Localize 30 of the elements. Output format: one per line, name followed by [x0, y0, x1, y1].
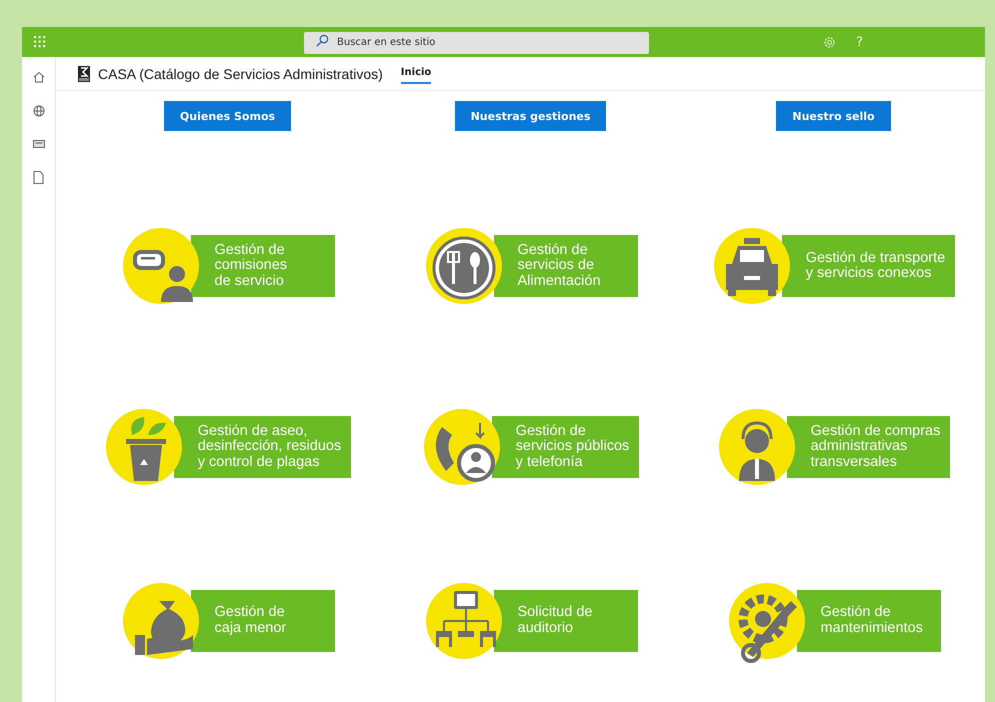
site-logo [78, 66, 90, 82]
service-tile-label[interactable]: Gestión de caja menor [190, 590, 334, 652]
search-field[interactable]: Buscar en este sitio [304, 32, 649, 54]
money-bag-icon[interactable] [134, 600, 192, 654]
service-tile-label[interactable]: Gestión de aseo, desinfección, residuos y control de plagas [174, 416, 352, 478]
home-icon[interactable] [32, 71, 44, 83]
service-tile-label[interactable]: Gestión de compras administrativas transversales [786, 416, 950, 478]
nav-button[interactable]: Nuestro sello [776, 101, 891, 131]
document-icon[interactable] [33, 171, 44, 184]
site-title: CASA (Catálogo de Servicios Administrativos) [98, 66, 383, 82]
service-tile-label[interactable]: Gestión de servicios de Alimentación [494, 235, 638, 297]
person-chat-icon[interactable] [132, 250, 192, 302]
service-tile-label[interactable]: Gestión de mantenimientos [796, 590, 940, 652]
service-tile-label[interactable]: Solicitud de auditorio [494, 590, 638, 652]
network-icon[interactable] [436, 590, 496, 646]
cutlery-icon[interactable] [432, 236, 495, 300]
tools-icon[interactable] [738, 594, 796, 662]
service-tile-label[interactable]: Gestión de comisiones de servicio [190, 235, 334, 297]
recycle-bin-icon[interactable] [126, 417, 166, 481]
search-icon [316, 34, 329, 47]
headset-person-icon[interactable] [738, 422, 775, 481]
globe-icon[interactable] [32, 105, 44, 117]
service-tile-label[interactable]: Gestión de servicios públicos y telefonía [492, 416, 640, 478]
help-button[interactable]: ? [856, 34, 863, 50]
news-icon[interactable] [32, 139, 44, 149]
nav-link[interactable]: Inicio [400, 63, 432, 84]
nav-button[interactable]: Quienes Somos [164, 101, 292, 131]
nav-button[interactable]: Nuestras gestiones [454, 101, 606, 131]
car-icon[interactable] [726, 238, 778, 296]
service-tile-label[interactable]: Gestión de transporte y servicios conexos [782, 235, 956, 297]
